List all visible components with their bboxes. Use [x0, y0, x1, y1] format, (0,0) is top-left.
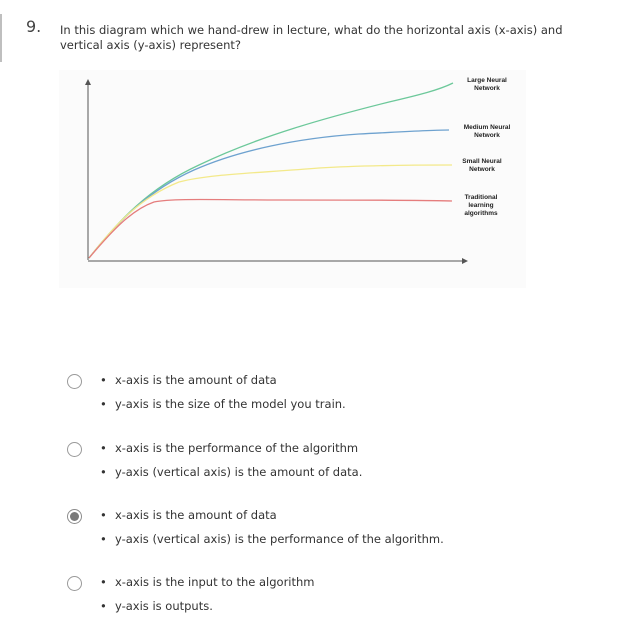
option-2-line-2: y-axis (vertical axis) is the amount of …	[100, 464, 362, 488]
legend-medium-line2: Network	[474, 132, 500, 139]
radio-button-option-4[interactable]	[67, 576, 82, 591]
small-neural-network-curve	[88, 164, 453, 259]
legend-traditional-line1: Traditional	[465, 194, 498, 201]
option-1-statements: x-axis is the amount of data y-axis is t…	[100, 372, 346, 420]
legend-traditional-line3: algorithms	[464, 210, 498, 217]
medium-neural-network-curve	[88, 129, 450, 259]
legend-medium-line1: Medium Neural	[464, 124, 511, 131]
question-left-rule	[0, 14, 2, 62]
radio-button-option-1[interactable]	[67, 374, 82, 389]
option-2-statements: x-axis is the performance of the algorit…	[100, 440, 362, 488]
question-number: 9.	[26, 17, 42, 36]
option-4-statements: x-axis is the input to the algorithm y-a…	[100, 574, 315, 622]
legend-small-line2: Network	[469, 166, 495, 173]
option-4-line-1: x-axis is the input to the algorithm	[100, 574, 315, 598]
option-1-line-1: x-axis is the amount of data	[100, 372, 346, 396]
option-1-line-2: y-axis is the size of the model you trai…	[100, 396, 346, 420]
option-4-line-2: y-axis is outputs.	[100, 598, 315, 622]
option-3-line-2: y-axis (vertical axis) is the performanc…	[100, 531, 444, 555]
x-axis-arrow	[462, 258, 468, 264]
legend-large-line1: Large Neural	[467, 77, 507, 84]
legend-small-line1: Small Neural	[462, 158, 502, 165]
large-neural-network-curve	[88, 82, 454, 259]
legend-traditional-line2: learning	[468, 202, 493, 209]
question-text: In this diagram which we hand-drew in le…	[60, 23, 563, 52]
option-3-line-1: x-axis is the amount of data	[100, 507, 444, 531]
radio-button-option-2[interactable]	[67, 442, 82, 457]
diagram-image: Large Neural Network Medium Neural Netwo…	[59, 70, 526, 288]
learning-curves-diagram: Large Neural Network Medium Neural Netwo…	[85, 77, 511, 264]
option-3-statements: x-axis is the amount of data y-axis (ver…	[100, 507, 444, 555]
radio-button-option-3-selected[interactable]	[67, 509, 82, 524]
option-2-line-1: x-axis is the performance of the algorit…	[100, 440, 362, 464]
traditional-algorithms-curve	[88, 198, 453, 259]
legend-large-line2: Network	[474, 85, 500, 92]
y-axis-arrow	[85, 79, 91, 85]
